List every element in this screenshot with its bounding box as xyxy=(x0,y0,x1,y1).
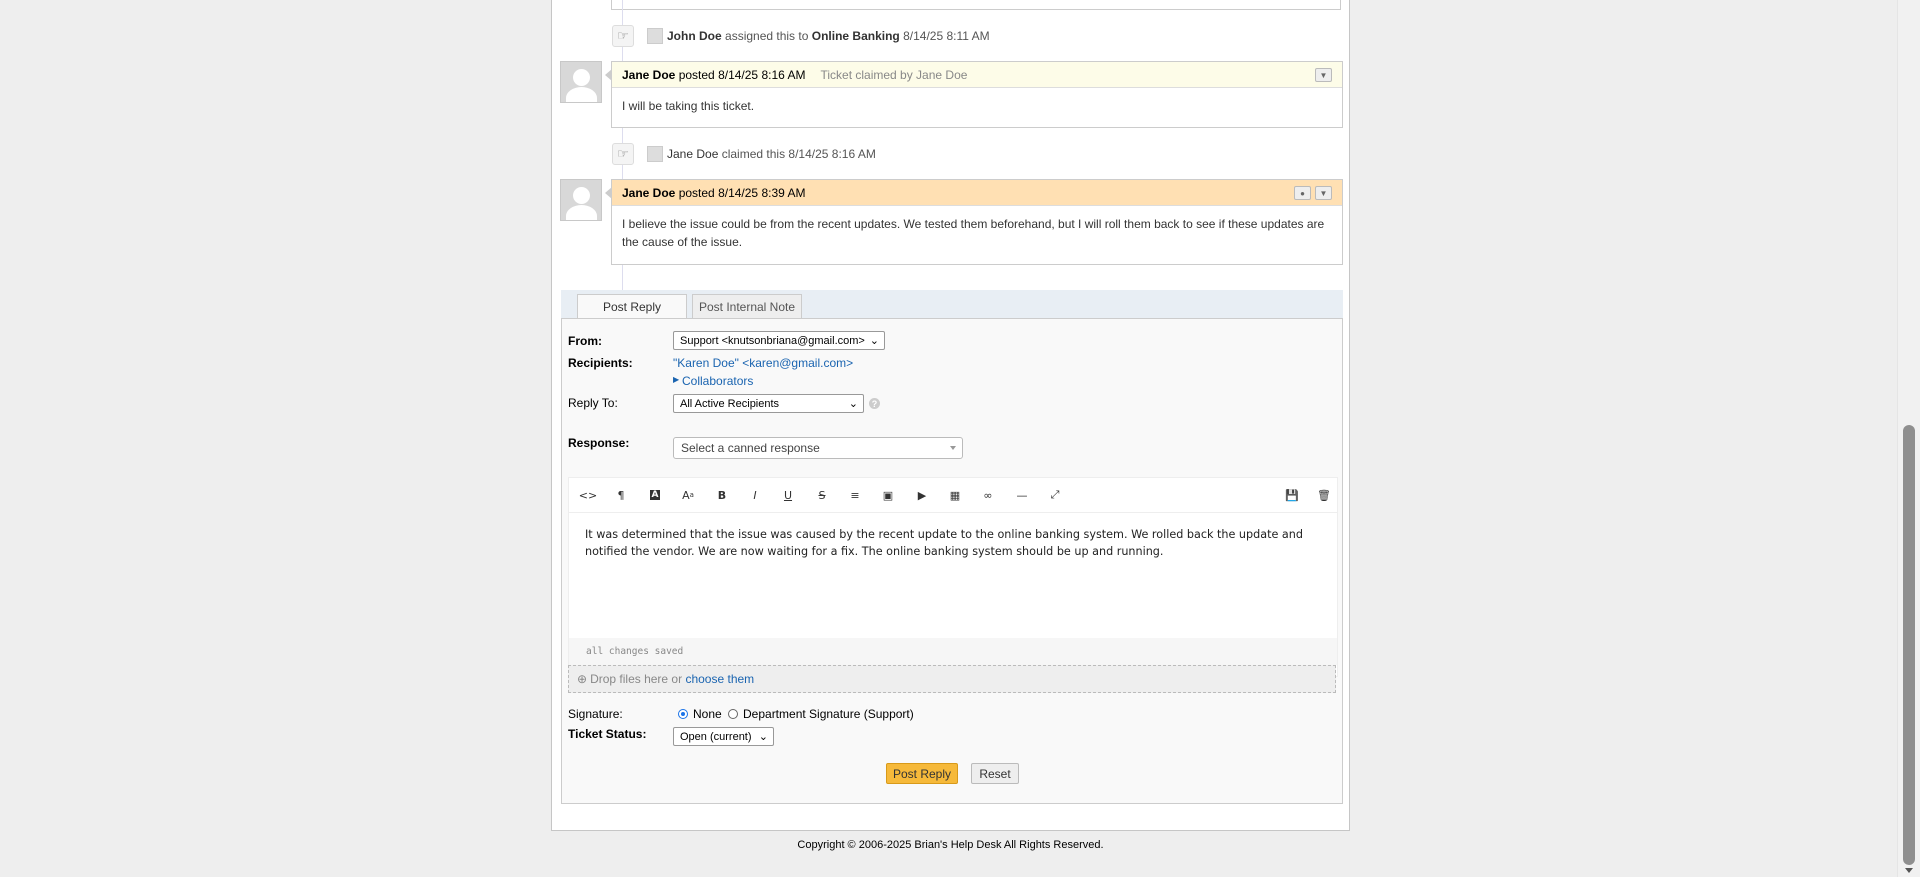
link-icon[interactable]: ∞ xyxy=(979,487,997,503)
entry-body: I will be taking this ticket. xyxy=(622,99,755,113)
ticket-page: ☞ John Doe assigned this to Online Banki… xyxy=(551,0,1350,831)
tab-post-internal-note[interactable]: Post Internal Note xyxy=(692,294,802,318)
caret-right-icon: ▶ xyxy=(673,375,680,384)
thread-event: ☞ John Doe assigned this to Online Banki… xyxy=(612,25,990,47)
page-scrollbar[interactable] xyxy=(1897,0,1920,877)
signature-none-radio[interactable] xyxy=(678,709,688,719)
entry-options-button[interactable]: ▼ xyxy=(1315,186,1332,200)
avatar xyxy=(560,179,602,221)
chevron-down-icon: ⌄ xyxy=(758,731,768,743)
strikethrough-icon[interactable]: S xyxy=(813,487,831,503)
signature-label: Signature: xyxy=(568,707,623,721)
event-time: 8/14/25 8:16 AM xyxy=(788,147,876,161)
post-reply-button[interactable]: Post Reply xyxy=(886,763,958,784)
collaborators-link[interactable]: Collaborators xyxy=(682,374,753,388)
bold-icon[interactable]: B xyxy=(713,487,731,503)
signature-department-radio[interactable] xyxy=(728,709,738,719)
from-label: From: xyxy=(568,334,602,348)
event-user: Jane Doe xyxy=(667,147,719,161)
scrollbar-thumb[interactable] xyxy=(1903,425,1915,865)
ticket-status-value: Open (current) xyxy=(680,730,752,743)
scroll-down-icon[interactable] xyxy=(1905,868,1913,873)
font-size-icon[interactable]: Aa xyxy=(679,487,697,503)
event-user: John Doe xyxy=(667,29,722,43)
text-color-icon[interactable]: A xyxy=(646,487,664,503)
editor-toolbar: <> ¶ A Aa B I U S ≡ ▣ ▶ ▦ ∞ — ⤢ 💾 🗑 xyxy=(569,478,1337,513)
event-target: Online Banking xyxy=(811,29,900,43)
chevron-down-icon: ⌄ xyxy=(848,398,858,410)
editor-content[interactable]: It was determined that the issue was cau… xyxy=(585,526,1325,560)
reply-to-label: Reply To: xyxy=(568,396,618,410)
dropzone-text: Drop files here or xyxy=(590,672,683,686)
thumbs-up-icon: ☞ xyxy=(612,25,634,47)
avatar xyxy=(560,61,602,103)
image-icon[interactable]: ▣ xyxy=(879,487,897,503)
horizontal-rule-icon[interactable]: — xyxy=(1013,487,1031,503)
chevron-down-icon xyxy=(950,446,956,450)
from-value: Support <knutsonbriana@gmail.com> xyxy=(680,334,865,347)
entry-header: Jane Doe posted 8/14/25 8:39 AM ● ▼ xyxy=(612,180,1342,206)
table-icon[interactable]: ▦ xyxy=(946,487,964,503)
italic-icon[interactable]: I xyxy=(746,487,764,503)
code-view-icon[interactable]: <> xyxy=(579,487,597,503)
draft-status: all changes saved xyxy=(569,638,1337,665)
delete-draft-icon[interactable]: 🗑 xyxy=(1315,487,1333,503)
copyright-footer: Copyright © 2006-2025 Brian's Help Desk … xyxy=(797,839,1104,851)
ticket-status-select[interactable]: Open (current) ⌄ xyxy=(673,727,774,746)
paragraph-icon[interactable]: ¶ xyxy=(612,487,630,503)
attachment-dropzone[interactable]: ⊕ Drop files here or choose them xyxy=(568,665,1336,693)
recipient-link[interactable]: "Karen Doe" <karen@gmail.com> xyxy=(673,356,853,370)
underline-icon[interactable]: U xyxy=(779,487,797,503)
previous-entry-bottom xyxy=(611,0,1341,10)
entry-author: Jane Doe xyxy=(622,67,676,82)
canned-response-select[interactable]: Select a canned response xyxy=(673,437,963,459)
thread-entry: Jane Doe posted 8/14/25 8:39 AM ● ▼ I be… xyxy=(605,179,1343,265)
reset-button[interactable]: Reset xyxy=(971,763,1019,784)
list-icon[interactable]: ≡ xyxy=(846,487,864,503)
avatar xyxy=(647,28,663,44)
reply-tabs: Post Reply Post Internal Note xyxy=(561,290,1343,319)
entry-header: Jane Doe posted 8/14/25 8:16 AM Ticket c… xyxy=(612,62,1342,88)
save-draft-icon[interactable]: 💾 xyxy=(1283,487,1301,503)
signature-none-label: None xyxy=(693,707,722,721)
help-icon[interactable]: ? xyxy=(869,398,880,409)
video-icon[interactable]: ▶ xyxy=(913,487,931,503)
reply-to-select[interactable]: All Active Recipients ⌄ xyxy=(673,394,864,413)
tab-post-reply[interactable]: Post Reply xyxy=(577,294,687,319)
upload-icon: ⊕ xyxy=(577,672,588,686)
avatar xyxy=(647,146,663,162)
entry-posted: posted 8/14/25 8:16 AM xyxy=(678,67,806,82)
choose-files-link[interactable]: choose them xyxy=(685,672,754,686)
fullscreen-icon[interactable]: ⤢ xyxy=(1046,487,1064,503)
user-icon[interactable]: ● xyxy=(1294,186,1311,200)
signature-department-label: Department Signature (Support) xyxy=(743,707,914,721)
chevron-down-icon: ⌄ xyxy=(869,335,879,347)
canned-placeholder: Select a canned response xyxy=(681,441,820,455)
event-action: assigned this to xyxy=(725,29,809,43)
event-action: claimed this xyxy=(721,147,786,161)
entry-author: Jane Doe xyxy=(622,185,676,200)
from-select[interactable]: Support <knutsonbriana@gmail.com> ⌄ xyxy=(673,331,885,350)
response-label: Response: xyxy=(568,436,630,450)
ticket-status-label: Ticket Status: xyxy=(568,727,647,741)
recipients-label: Recipients: xyxy=(568,356,633,370)
entry-note: Ticket claimed by Jane Doe xyxy=(820,67,968,82)
entry-posted: posted 8/14/25 8:39 AM xyxy=(678,185,806,200)
entry-options-button[interactable]: ▼ xyxy=(1315,68,1332,82)
reply-form: From: Support <knutsonbriana@gmail.com> … xyxy=(561,318,1343,804)
thumbs-up-icon: ☞ xyxy=(612,143,634,165)
entry-body: I believe the issue could be from the re… xyxy=(622,217,1325,249)
rich-text-editor: <> ¶ A Aa B I U S ≡ ▣ ▶ ▦ ∞ — ⤢ 💾 🗑 It w… xyxy=(568,477,1338,677)
thread-event: ☞ Jane Doe claimed this 8/14/25 8:16 AM xyxy=(612,143,876,165)
reply-to-value: All Active Recipients xyxy=(680,397,780,410)
thread-entry: Jane Doe posted 8/14/25 8:16 AM Ticket c… xyxy=(605,61,1343,128)
event-time: 8/14/25 8:11 AM xyxy=(903,29,990,43)
